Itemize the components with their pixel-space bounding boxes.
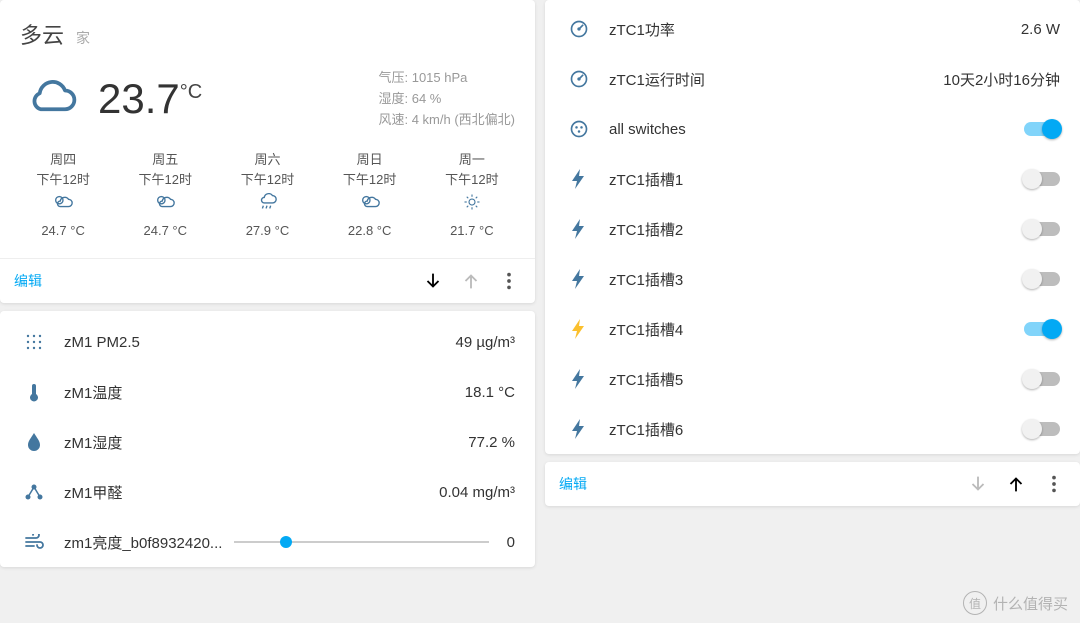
- molecule-icon: [20, 481, 48, 503]
- row-label: zTC1运行时间: [609, 69, 705, 90]
- sensor-row-humidity[interactable]: zM1湿度 77.2 %: [0, 417, 535, 467]
- drop-icon: [20, 431, 48, 453]
- switch-label: zTC1插槽1: [609, 169, 683, 190]
- switch-label: zTC1插槽2: [609, 219, 683, 240]
- switch-toggle[interactable]: [1024, 422, 1060, 436]
- pressure-label: 气压: 1015 hPa: [378, 68, 515, 89]
- switch-row[interactable]: zTC1插槽4: [545, 304, 1080, 354]
- switch-label: zTC1插槽3: [609, 269, 683, 290]
- forecast-row: 周四 下午12时 24.7 °C 周五 下午12时 24.7 °C 周六 下午1…: [0, 140, 535, 258]
- group-icon: [565, 118, 593, 140]
- more-icon[interactable]: [497, 269, 521, 293]
- forecast-day: 周四 下午12时 24.7 °C: [36, 150, 89, 240]
- partly-cloudy-icon: [36, 193, 89, 217]
- switch-toggle[interactable]: [1024, 322, 1060, 336]
- arrow-down-icon[interactable]: [966, 472, 990, 496]
- row-value: 2.6 W: [1021, 21, 1060, 38]
- power-gauge-row[interactable]: zTC1功率 2.6 W: [545, 4, 1080, 54]
- all-switches-toggle[interactable]: [1024, 122, 1060, 136]
- edit-link[interactable]: 编辑: [14, 271, 42, 291]
- wind-icon: [20, 531, 48, 553]
- watermark: 值 什么值得买: [963, 591, 1068, 615]
- switch-toggle[interactable]: [1024, 272, 1060, 286]
- sensor-label: zM1温度: [64, 382, 122, 403]
- partly-cloudy-icon: [343, 193, 396, 217]
- row-label: zTC1功率: [609, 19, 675, 40]
- flash-icon: [565, 318, 593, 340]
- power-card: zTC1功率 2.6 W zTC1运行时间 10天2小时16分钟 all swi…: [545, 0, 1080, 454]
- sensor-row-brightness[interactable]: zm1亮度_b0f8932420... 0: [0, 517, 535, 567]
- flash-icon: [565, 368, 593, 390]
- particles-icon: [20, 331, 48, 353]
- current-temperature: 23.7°C: [98, 75, 202, 123]
- sensor-value: 77.2 %: [468, 434, 515, 451]
- flash-icon: [565, 268, 593, 290]
- humidity-label: 湿度: 64 %: [378, 89, 515, 110]
- arrow-up-icon[interactable]: [1004, 472, 1028, 496]
- switch-label: zTC1插槽5: [609, 369, 683, 390]
- sensor-label: zM1 PM2.5: [64, 334, 140, 351]
- switch-label: zTC1插槽6: [609, 419, 683, 440]
- gauge-icon: [565, 68, 593, 90]
- weather-condition: 多云: [20, 18, 64, 50]
- sensors-card: zM1 PM2.5 49 µg/m³ zM1温度 18.1 °C zM1湿度 7…: [0, 311, 535, 567]
- sensor-value: 18.1 °C: [465, 384, 515, 401]
- switch-toggle[interactable]: [1024, 372, 1060, 386]
- arrow-down-icon[interactable]: [421, 269, 445, 293]
- flash-icon: [565, 168, 593, 190]
- switch-row[interactable]: zTC1插槽5: [545, 354, 1080, 404]
- rainy-icon: [241, 193, 294, 217]
- sensor-label: zm1亮度_b0f8932420...: [64, 532, 222, 553]
- switch-row[interactable]: zTC1插槽3: [545, 254, 1080, 304]
- more-icon[interactable]: [1042, 472, 1066, 496]
- switch-row[interactable]: zTC1插槽6: [545, 404, 1080, 454]
- switch-row[interactable]: zTC1插槽2: [545, 204, 1080, 254]
- forecast-day: 周六 下午12时 27.9 °C: [241, 150, 294, 240]
- forecast-day: 周一 下午12时 21.7 °C: [445, 150, 498, 240]
- switch-toggle[interactable]: [1024, 172, 1060, 186]
- power-runtime-row[interactable]: zTC1运行时间 10天2小时16分钟: [545, 54, 1080, 104]
- forecast-day: 周五 下午12时 24.7 °C: [139, 150, 192, 240]
- sensor-row-pm25[interactable]: zM1 PM2.5 49 µg/m³: [0, 317, 535, 367]
- sensor-value: 0.04 mg/m³: [439, 484, 515, 501]
- watermark-icon: 值: [963, 591, 987, 615]
- thermometer-icon: [20, 381, 48, 403]
- sensor-label: zM1湿度: [64, 432, 122, 453]
- sensor-value: 0: [507, 534, 515, 551]
- brightness-slider[interactable]: [234, 541, 488, 543]
- sensor-row-hcho[interactable]: zM1甲醛 0.04 mg/m³: [0, 467, 535, 517]
- wind-label: 风速: 4 km/h (西北偏北): [378, 110, 515, 131]
- all-switches-row[interactable]: all switches: [545, 104, 1080, 154]
- cloud-icon: [20, 74, 80, 125]
- weather-details: 气压: 1015 hPa 湿度: 64 % 风速: 4 km/h (西北偏北): [378, 68, 515, 130]
- weather-location: 家: [76, 28, 90, 48]
- arrow-up-icon[interactable]: [459, 269, 483, 293]
- flash-icon: [565, 418, 593, 440]
- switch-toggle[interactable]: [1024, 222, 1060, 236]
- weather-card: 多云 家 23.7°C 气压: 1015 hPa 湿度: 64 % 风速: 4 …: [0, 0, 535, 303]
- sensor-label: zM1甲醛: [64, 482, 122, 503]
- switch-row[interactable]: zTC1插槽1: [545, 154, 1080, 204]
- sensor-value: 49 µg/m³: [456, 334, 516, 351]
- gauge-icon: [565, 18, 593, 40]
- switch-label: zTC1插槽4: [609, 319, 683, 340]
- row-label: all switches: [609, 121, 686, 138]
- sensor-row-temp[interactable]: zM1温度 18.1 °C: [0, 367, 535, 417]
- sunny-icon: [445, 193, 498, 217]
- forecast-day: 周日 下午12时 22.8 °C: [343, 150, 396, 240]
- flash-icon: [565, 218, 593, 240]
- partly-cloudy-icon: [139, 193, 192, 217]
- power-card-footer: 编辑: [545, 462, 1080, 506]
- row-value: 10天2小时16分钟: [943, 69, 1060, 90]
- edit-link[interactable]: 编辑: [559, 474, 587, 494]
